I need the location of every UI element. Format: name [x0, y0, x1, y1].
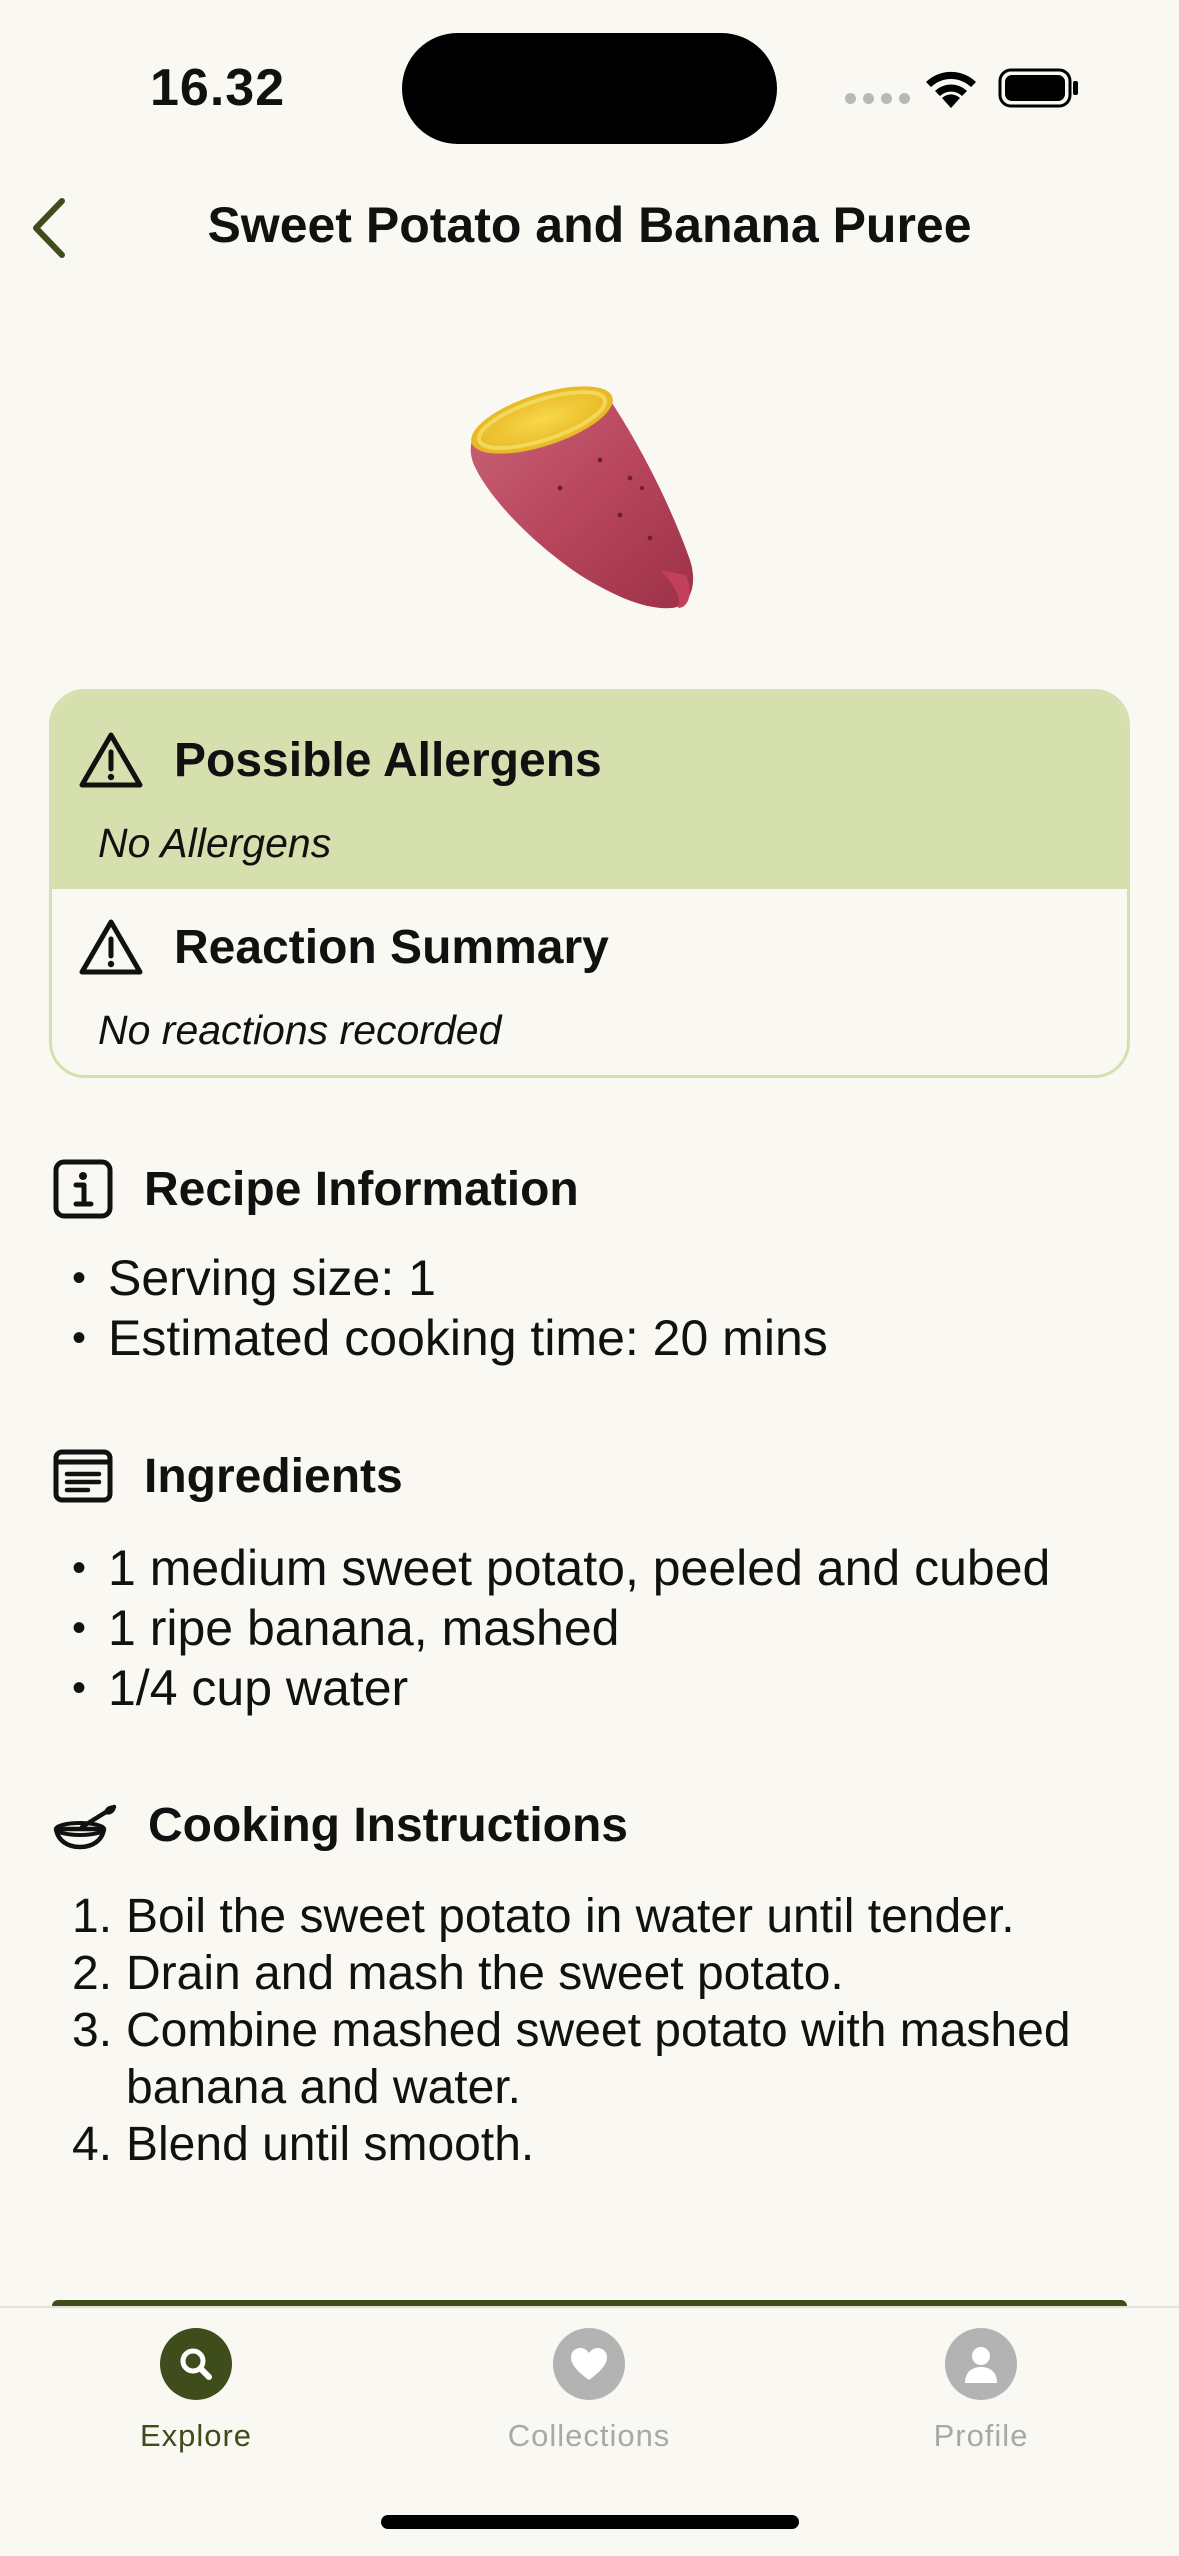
- page-title: Sweet Potato and Banana Puree: [207, 197, 972, 253]
- ingredients-title: Ingredients: [144, 1449, 403, 1503]
- instructions-heading: Cooking Instructions: [52, 1798, 628, 1853]
- allergens-panel: Possible Allergens No Allergens: [52, 692, 1127, 889]
- instructions-list: 1. Boil the sweet potato in water until t…: [72, 1888, 1132, 2173]
- allergens-value: No Allergens: [98, 820, 332, 866]
- tab-collections[interactable]: Collections: [469, 2328, 709, 2454]
- instruction-step: 1. Boil the sweet potato in water until t…: [72, 1890, 1015, 1943]
- instructions-title: Cooking Instructions: [148, 1799, 628, 1852]
- dynamic-island: [402, 33, 777, 144]
- tab-label: Profile: [933, 2418, 1029, 2453]
- battery-icon: [998, 68, 1078, 108]
- back-button[interactable]: [18, 190, 78, 266]
- sweet-potato-image: [470, 386, 694, 609]
- wifi-icon: [926, 71, 976, 108]
- ingredients-heading: Ingredients: [52, 1448, 403, 1504]
- instruction-step: 2. Drain and mash the sweet potato.: [72, 1947, 844, 2000]
- recipe-info-title: Recipe Information: [144, 1162, 579, 1216]
- instruction-step: 3. Combine mashed sweet potato with mashe…: [72, 2004, 1071, 2114]
- recipe-card-icon: [53, 1449, 113, 1503]
- tab-profile[interactable]: Profile: [861, 2328, 1101, 2454]
- tab-label: Explore: [139, 2418, 253, 2453]
- list-item: 1 medium sweet potato, peeled and cubed: [72, 1538, 1050, 1598]
- list-item: Serving size: 1: [72, 1248, 828, 1308]
- tab-explore[interactable]: Explore: [76, 2328, 316, 2454]
- tab-label: Collections: [507, 2418, 671, 2453]
- list-item: 1/4 cup water: [72, 1658, 1050, 1718]
- allergen-reaction-card: Possible Allergens No Allergens Reaction…: [49, 689, 1130, 1078]
- home-indicator: [381, 2515, 799, 2529]
- instruction-step: 4. Blend until smooth.: [72, 2118, 535, 2171]
- search-icon: [160, 2328, 232, 2400]
- reactions-panel: Reaction Summary No reactions recorded: [52, 889, 1127, 1075]
- reactions-value: No reactions recorded: [98, 1007, 502, 1053]
- person-icon: [945, 2328, 1017, 2400]
- recipe-info-heading: Recipe Information: [52, 1158, 579, 1220]
- recipe-info-list: Serving size: 1 Estimated cooking time: …: [72, 1248, 828, 1368]
- allergens-title: Possible Allergens: [174, 733, 602, 787]
- warning-icon: [79, 919, 143, 975]
- reactions-title: Reaction Summary: [174, 920, 609, 974]
- info-icon: [53, 1159, 113, 1219]
- list-item: 1 ripe banana, mashed: [72, 1598, 1050, 1658]
- heart-icon: [553, 2328, 625, 2400]
- list-item: Estimated cooking time: 20 mins: [72, 1308, 828, 1368]
- status-time: 16.32: [150, 59, 286, 117]
- ingredients-list: 1 medium sweet potato, peeled and cubed …: [72, 1538, 1050, 1718]
- warning-icon: [79, 732, 143, 788]
- status-bar: 16.32: [0, 0, 1179, 175]
- chevron-left-icon: [33, 198, 65, 258]
- cellular-signal-icon: [845, 93, 910, 104]
- cooking-bowl-icon: [53, 1804, 117, 1849]
